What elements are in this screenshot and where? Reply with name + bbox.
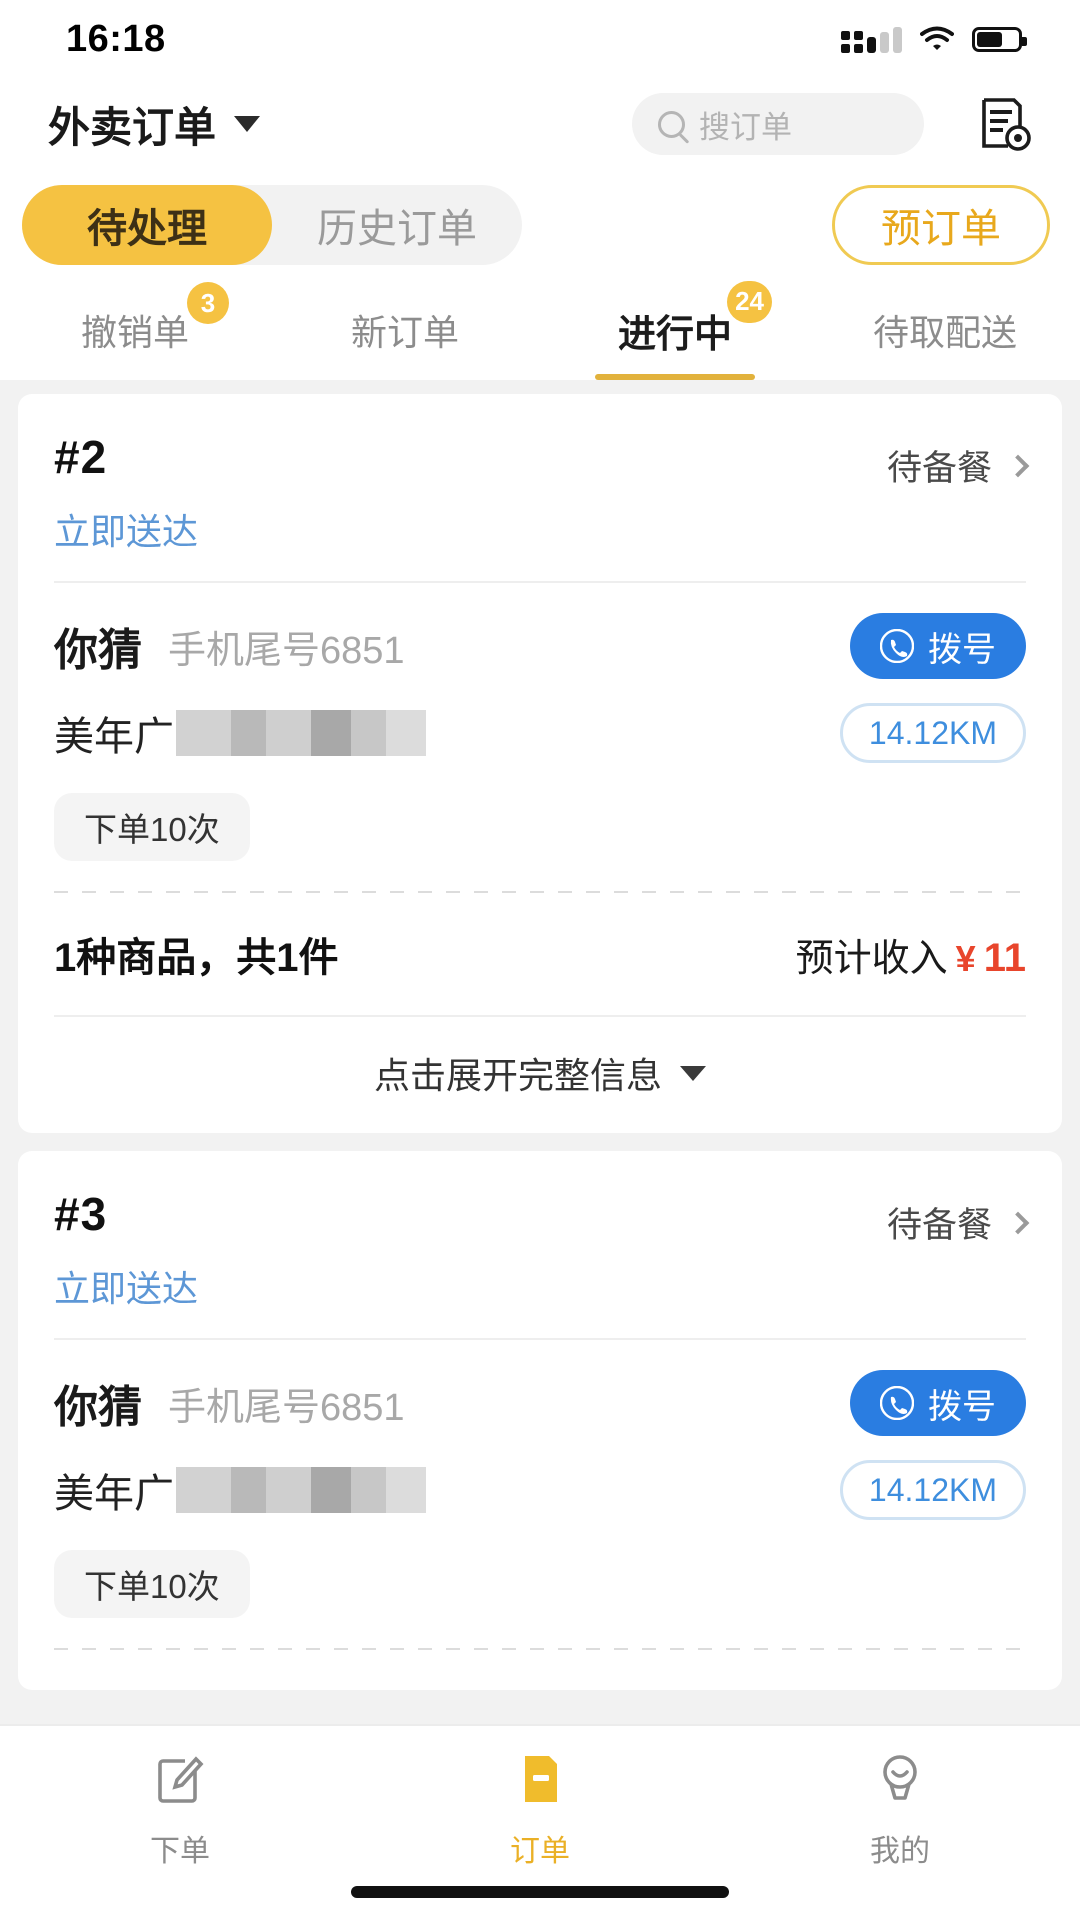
call-button-label: 拨号 (928, 1387, 996, 1426)
expand-label: 点击展开完整信息 (373, 1055, 662, 1096)
customer-phone: 手机尾号6851 (168, 1386, 405, 1429)
profile-headset-icon (869, 1748, 931, 1810)
nav-item-place-order[interactable]: 下单 (0, 1748, 360, 1870)
order-count-tag: 下单10次 (54, 793, 250, 861)
delivery-type: 立即送达 (54, 1268, 199, 1309)
order-card-header: #3 待备餐 立即送达 (54, 1151, 1030, 1338)
order-number: #2 (54, 431, 108, 483)
preorder-button[interactable]: 预订单 (832, 185, 1050, 265)
order-status-text: 待备餐 (886, 449, 992, 488)
order-summary-row: 1种商品，共1件 预计收入 ¥ 11 (54, 893, 1026, 1015)
order-settings-icon[interactable] (974, 94, 1034, 154)
status-time: 16:18 (66, 17, 166, 60)
signal-dots-icon (841, 25, 902, 53)
home-indicator (351, 1886, 729, 1898)
distance-badge: 14.12KM (839, 1460, 1026, 1520)
order-status-link[interactable]: 待备餐 (886, 1187, 1030, 1248)
segment-history[interactable]: 历史订单 (272, 185, 522, 265)
income-currency: ¥ (955, 937, 976, 979)
income-label: 预计收入 (795, 937, 948, 980)
address-masked-block (176, 1467, 426, 1513)
wifi-icon (920, 26, 954, 52)
order-list[interactable]: #2 待备餐 立即送达 你猜 手机尾号6851 拨号 美年广 14.12KM 下… (0, 380, 1080, 1724)
nav-item-profile[interactable]: 我的 (720, 1748, 1080, 1870)
phone-icon (879, 628, 915, 664)
status-bar: 16:18 (0, 0, 1080, 78)
income-block: 预计收入 ¥ 11 (796, 927, 1026, 982)
order-status-link[interactable]: 待备餐 (886, 430, 1030, 491)
sub-tab-awaiting-pickup[interactable]: 待取配送 (810, 280, 1080, 380)
customer-name: 你猜 (54, 626, 142, 675)
customer-name: 你猜 (54, 1383, 142, 1432)
order-card[interactable]: #2 待备餐 立即送达 你猜 手机尾号6851 拨号 美年广 14.12KM 下… (18, 394, 1062, 1133)
order-doc-icon (509, 1748, 571, 1810)
order-status-text: 待备餐 (886, 1206, 992, 1245)
call-button-label: 拨号 (928, 630, 996, 669)
sub-tab-label: 进行中 24 (618, 280, 772, 358)
sub-tabs: 撤销单 3 新订单 进行中 24 待取配送 (0, 280, 1080, 380)
chevron-down-icon (680, 1065, 706, 1081)
call-button[interactable]: 拨号 (850, 1370, 1026, 1436)
distance-badge: 14.12KM (839, 703, 1026, 763)
order-count-tag: 下单10次 (54, 1550, 250, 1618)
app-header: 外卖订单 搜订单 (0, 78, 1080, 170)
order-number: #3 (54, 1188, 108, 1240)
nav-item-orders[interactable]: 订单 (360, 1748, 720, 1870)
phone-icon (879, 1385, 915, 1421)
sub-tab-label: 待取配送 (872, 312, 1017, 353)
search-placeholder: 搜订单 (699, 109, 792, 145)
chevron-right-icon (1006, 454, 1030, 477)
battery-icon (972, 26, 1027, 52)
sub-tab-cancelled[interactable]: 撤销单 3 (0, 280, 270, 380)
segment-pending[interactable]: 待处理 (22, 185, 272, 265)
active-tab-underline (595, 374, 755, 380)
segment-control: 待处理 历史订单 (22, 185, 522, 265)
customer-block: 你猜 手机尾号6851 拨号 美年广 14.12KM 下单10次 (54, 1340, 1026, 1648)
chevron-right-icon (1006, 1211, 1030, 1234)
customer-address: 美年广 (54, 715, 174, 759)
delivery-type: 立即送达 (54, 511, 199, 552)
address-masked-block (176, 710, 426, 756)
nav-label: 我的 (870, 1835, 930, 1868)
order-card-header: #2 待备餐 立即送达 (54, 394, 1030, 581)
sub-tab-badge: 24 (727, 280, 772, 323)
status-icons (841, 25, 1027, 53)
customer-block: 你猜 手机尾号6851 拨号 美年广 14.12KM 下单10次 (54, 583, 1026, 891)
customer-address: 美年广 (54, 1472, 174, 1516)
sub-tab-new[interactable]: 新订单 (270, 280, 540, 380)
nav-label: 订单 (510, 1835, 570, 1868)
sub-tab-in-progress[interactable]: 进行中 24 (540, 280, 810, 380)
sub-tab-label: 撤销单 3 (81, 282, 229, 356)
item-summary: 1种商品，共1件 (54, 936, 339, 980)
page-title: 外卖订单 (48, 103, 217, 151)
sub-tab-badge: 3 (187, 282, 229, 324)
income-amount: 11 (983, 935, 1026, 980)
page-title-dropdown[interactable]: 外卖订单 (48, 94, 261, 155)
search-icon (658, 110, 685, 138)
expand-details-button[interactable]: 点击展开完整信息 (54, 1017, 1026, 1133)
search-input[interactable]: 搜订单 (632, 93, 924, 155)
compose-icon (149, 1748, 211, 1810)
sub-tab-label: 新订单 (350, 312, 459, 353)
call-button[interactable]: 拨号 (850, 613, 1026, 679)
customer-phone: 手机尾号6851 (168, 629, 405, 672)
app-screen: 16:18 外卖订单 搜订单 待处理 历史订单 预订单 撤销单 3 新订单 进行… (0, 0, 1080, 1920)
chevron-down-icon (234, 116, 261, 132)
order-card[interactable]: #3 待备餐 立即送达 你猜 手机尾号6851 拨号 美年广 14.12KM 下… (18, 1151, 1062, 1690)
nav-label: 下单 (150, 1835, 210, 1868)
segment-control-row: 待处理 历史订单 预订单 (0, 170, 1080, 280)
